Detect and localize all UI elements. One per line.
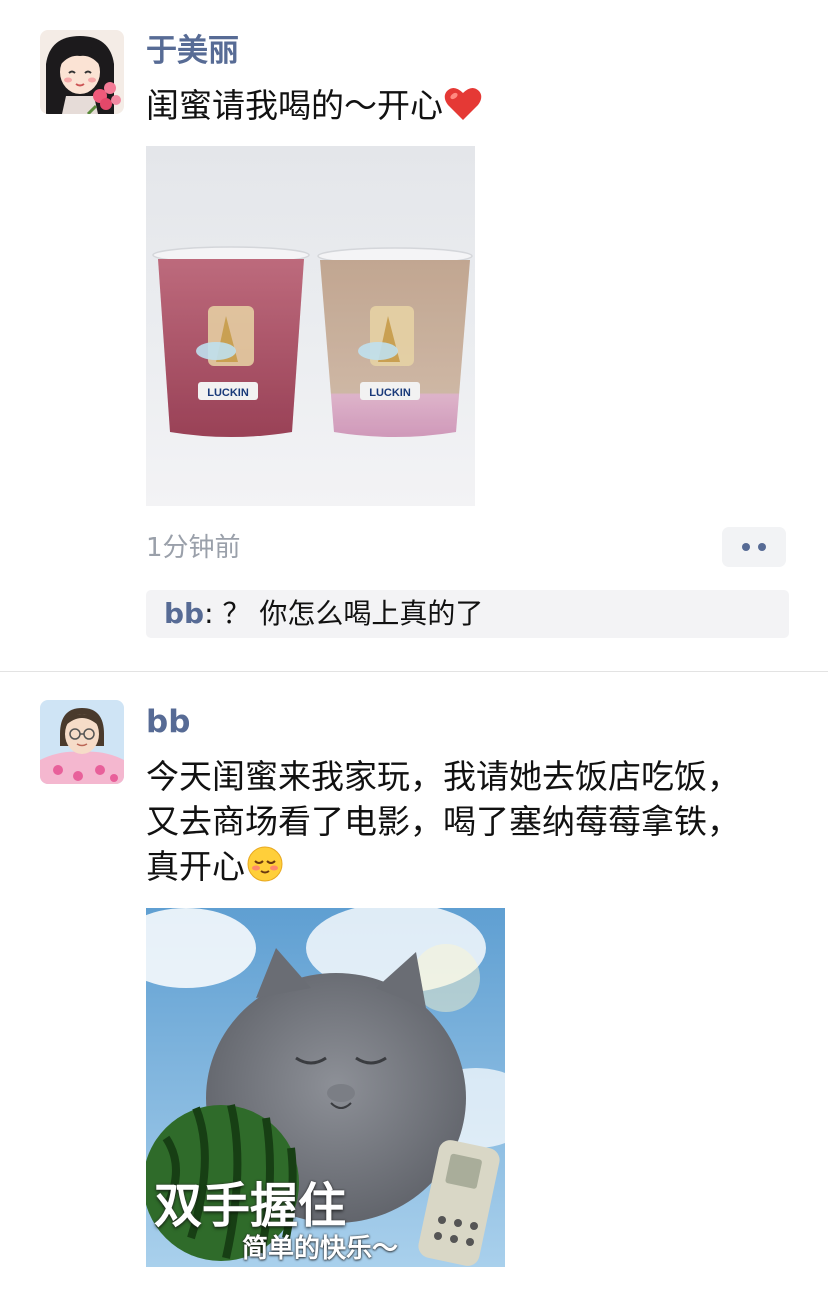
more-actions-button[interactable] <box>722 527 786 567</box>
post-text: 今天闺蜜来我家玩，我请她去饭店吃饭， 又去商场看了电影，喝了塞纳莓莓拿铁， 真开… <box>146 754 740 895</box>
comment-area: bb: ？ 你怎么喝上真的了 <box>146 590 789 638</box>
cup-label-right: LUCKIN <box>369 387 411 399</box>
author-name[interactable]: bb <box>146 702 190 742</box>
image-caption-main: 双手握住 <box>154 1178 347 1234</box>
comment-separator: : <box>204 597 223 630</box>
post-text-line-last: 真开心 <box>146 844 740 895</box>
post-text-content: 闺蜜请我喝的～开心 <box>146 86 443 125</box>
comment-user[interactable]: bb <box>164 597 204 630</box>
shy-smile-icon <box>245 844 285 895</box>
dot-icon <box>758 543 766 551</box>
moment-post-1: 于美丽 闺蜜请我喝的～开心 LUCKIN LUCKIN 1分钟前 bb: ？ 你… <box>0 0 828 671</box>
moment-post-2: bb 今天闺蜜来我家玩，我请她去饭店吃饭， 又去商场看了电影，喝了塞纳莓莓拿铁，… <box>0 672 828 1290</box>
author-avatar[interactable] <box>40 30 124 114</box>
post-text-line: 今天闺蜜来我家玩，我请她去饭店吃饭， <box>146 757 740 796</box>
post-text-line: 真开心 <box>146 847 245 886</box>
post-text-line: 又去商场看了电影，喝了塞纳莓莓拿铁， <box>146 802 740 841</box>
author-avatar[interactable] <box>40 700 124 784</box>
cup-label-left: LUCKIN <box>207 387 249 399</box>
image-caption-sub: 简单的快乐～ <box>242 1234 399 1264</box>
comment-text: ？ 你怎么喝上真的了 <box>222 597 484 630</box>
post-photo-drinks[interactable]: LUCKIN LUCKIN <box>146 146 475 506</box>
comment-item[interactable]: bb: ？ 你怎么喝上真的了 <box>164 594 483 634</box>
dot-icon <box>742 543 750 551</box>
post-text: 闺蜜请我喝的～开心 <box>146 83 483 134</box>
post-photo-cat[interactable]: 双手握住 简单的快乐～ <box>146 908 505 1267</box>
post-time: 1分钟前 <box>146 533 241 563</box>
red-heart-icon <box>443 85 483 134</box>
author-name[interactable]: 于美丽 <box>146 31 239 71</box>
